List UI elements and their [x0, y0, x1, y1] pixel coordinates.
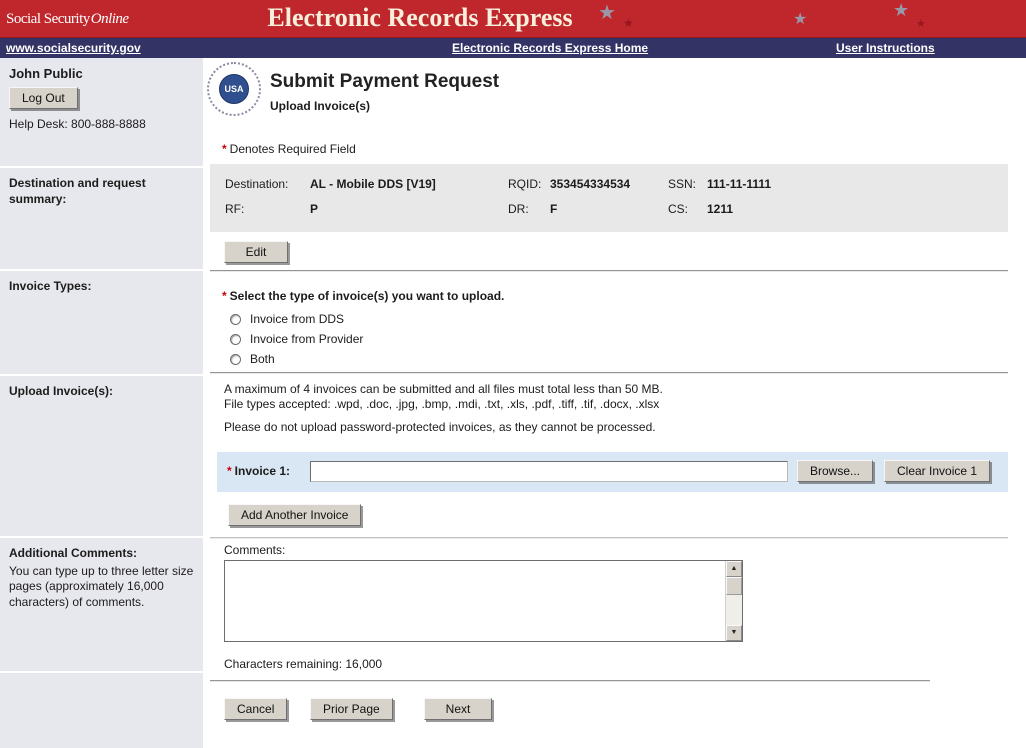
- add-another-invoice-button[interactable]: Add Another Invoice: [228, 504, 361, 526]
- scroll-up-icon[interactable]: ▲: [726, 561, 742, 577]
- sidebar-heading-upload: Upload Invoice(s):: [9, 384, 194, 400]
- site-title: Electronic Records Express: [0, 3, 840, 33]
- ssa-seal-icon: USA: [207, 62, 261, 116]
- invoice-type-option-dds[interactable]: Invoice from DDS: [230, 311, 344, 327]
- comments-textarea-frame: ▲ ▼: [224, 560, 743, 642]
- invoice1-file-input[interactable]: [310, 461, 788, 482]
- sidebar-filler-section: [0, 673, 203, 748]
- rqid-label: RQID:: [508, 177, 541, 191]
- sidebar-section-destination: Destination and request summary:: [0, 168, 203, 269]
- cs-label: CS:: [668, 202, 688, 216]
- star-icon: ★: [623, 17, 634, 29]
- radio-label-provider: Invoice from Provider: [250, 332, 363, 346]
- star-icon: ★: [598, 2, 616, 22]
- header-banner: Social SecurityOnline Electronic Records…: [0, 0, 1026, 38]
- help-desk-text: Help Desk: 800-888-8888: [9, 117, 194, 131]
- sidebar-user-section: John Public Log Out Help Desk: 800-888-8…: [0, 58, 203, 166]
- invoice1-label-text: Invoice 1:: [235, 464, 290, 478]
- section-divider: [210, 270, 1008, 272]
- radio-label-both: Both: [250, 352, 275, 366]
- sidebar: John Public Log Out Help Desk: 800-888-8…: [0, 58, 203, 748]
- sidebar-comments-help-text: You can type up to three letter size pag…: [9, 564, 194, 611]
- nav-link-socialsecurity-gov[interactable]: www.socialsecurity.gov: [6, 41, 141, 55]
- footer-divider: [210, 680, 930, 682]
- top-navbar: www.socialsecurity.gov Electronic Record…: [0, 38, 1026, 58]
- next-button[interactable]: Next: [424, 698, 492, 720]
- required-note-text: Denotes Required Field: [230, 142, 356, 156]
- star-icon: ★: [916, 18, 926, 29]
- prior-page-button[interactable]: Prior Page: [310, 698, 393, 720]
- sidebar-section-invoice-types: Invoice Types:: [0, 271, 203, 374]
- upload-rule-file-types: File types accepted: .wpd, .doc, .jpg, .…: [224, 397, 659, 411]
- star-icon: ★: [793, 11, 807, 27]
- required-asterisk: *: [227, 464, 232, 478]
- ssn-label: SSN:: [668, 177, 696, 191]
- scrollbar-thumb[interactable]: [726, 577, 742, 595]
- required-field-note: *Denotes Required Field: [222, 142, 356, 156]
- rqid-value: 353454334534: [550, 177, 630, 191]
- invoice-type-option-provider[interactable]: Invoice from Provider: [230, 331, 363, 347]
- ssn-value: 111-11-1111: [707, 177, 771, 191]
- required-asterisk: *: [222, 142, 227, 156]
- invoice1-label: *Invoice 1:: [227, 464, 290, 478]
- destination-value: AL - Mobile DDS [V19]: [310, 177, 436, 191]
- radio-button-both[interactable]: [230, 354, 241, 365]
- dr-value: F: [550, 202, 557, 216]
- comments-scrollbar[interactable]: ▲ ▼: [725, 561, 742, 641]
- nav-link-ere-home[interactable]: Electronic Records Express Home: [452, 41, 648, 55]
- scroll-down-icon[interactable]: ▼: [726, 625, 742, 641]
- sidebar-heading-destination: Destination and request summary:: [9, 176, 194, 207]
- characters-remaining-text: Characters remaining: 16,000: [224, 657, 382, 671]
- user-name: John Public: [9, 66, 194, 81]
- radio-button-provider[interactable]: [230, 334, 241, 345]
- clear-invoice1-button[interactable]: Clear Invoice 1: [884, 460, 990, 482]
- invoice-type-prompt: *Select the type of invoice(s) you want …: [222, 289, 504, 303]
- sidebar-heading-comments: Additional Comments:: [9, 546, 194, 562]
- sidebar-section-comments: Additional Comments: You can type up to …: [0, 538, 203, 671]
- cs-value: 1211: [707, 202, 733, 216]
- upload-rule-password: Please do not upload password-protected …: [224, 420, 656, 434]
- ssa-seal-center: USA: [219, 74, 249, 104]
- star-icon: ★: [893, 2, 909, 20]
- nav-link-user-instructions[interactable]: User Instructions: [836, 41, 935, 55]
- browse-button[interactable]: Browse...: [797, 460, 873, 482]
- section-divider: [210, 372, 1008, 374]
- page-subtitle: Upload Invoice(s): [270, 99, 370, 113]
- destination-label: Destination:: [225, 177, 288, 191]
- comments-textarea[interactable]: [225, 561, 725, 641]
- dr-label: DR:: [508, 202, 529, 216]
- sidebar-heading-invoice-types: Invoice Types:: [9, 279, 194, 295]
- invoice-type-prompt-text: Select the type of invoice(s) you want t…: [230, 289, 505, 303]
- edit-button[interactable]: Edit: [224, 241, 288, 263]
- rf-value: P: [310, 202, 318, 216]
- page: Social SecurityOnline Electronic Records…: [0, 0, 1026, 748]
- page-title: Submit Payment Request: [270, 71, 499, 93]
- rf-label: RF:: [225, 202, 244, 216]
- logout-button[interactable]: Log Out: [9, 87, 78, 109]
- sidebar-section-upload: Upload Invoice(s):: [0, 376, 203, 536]
- radio-button-dds[interactable]: [230, 314, 241, 325]
- invoice-type-option-both[interactable]: Both: [230, 351, 275, 367]
- section-divider: [210, 537, 1008, 539]
- comments-label: Comments:: [224, 543, 285, 557]
- required-asterisk: *: [222, 289, 227, 303]
- radio-label-dds: Invoice from DDS: [250, 312, 344, 326]
- cancel-button[interactable]: Cancel: [224, 698, 287, 720]
- scrollbar-track[interactable]: [726, 595, 742, 625]
- request-summary-box: Destination: AL - Mobile DDS [V19] RQID:…: [210, 164, 1008, 232]
- upload-rule-max-invoices: A maximum of 4 invoices can be submitted…: [224, 382, 663, 396]
